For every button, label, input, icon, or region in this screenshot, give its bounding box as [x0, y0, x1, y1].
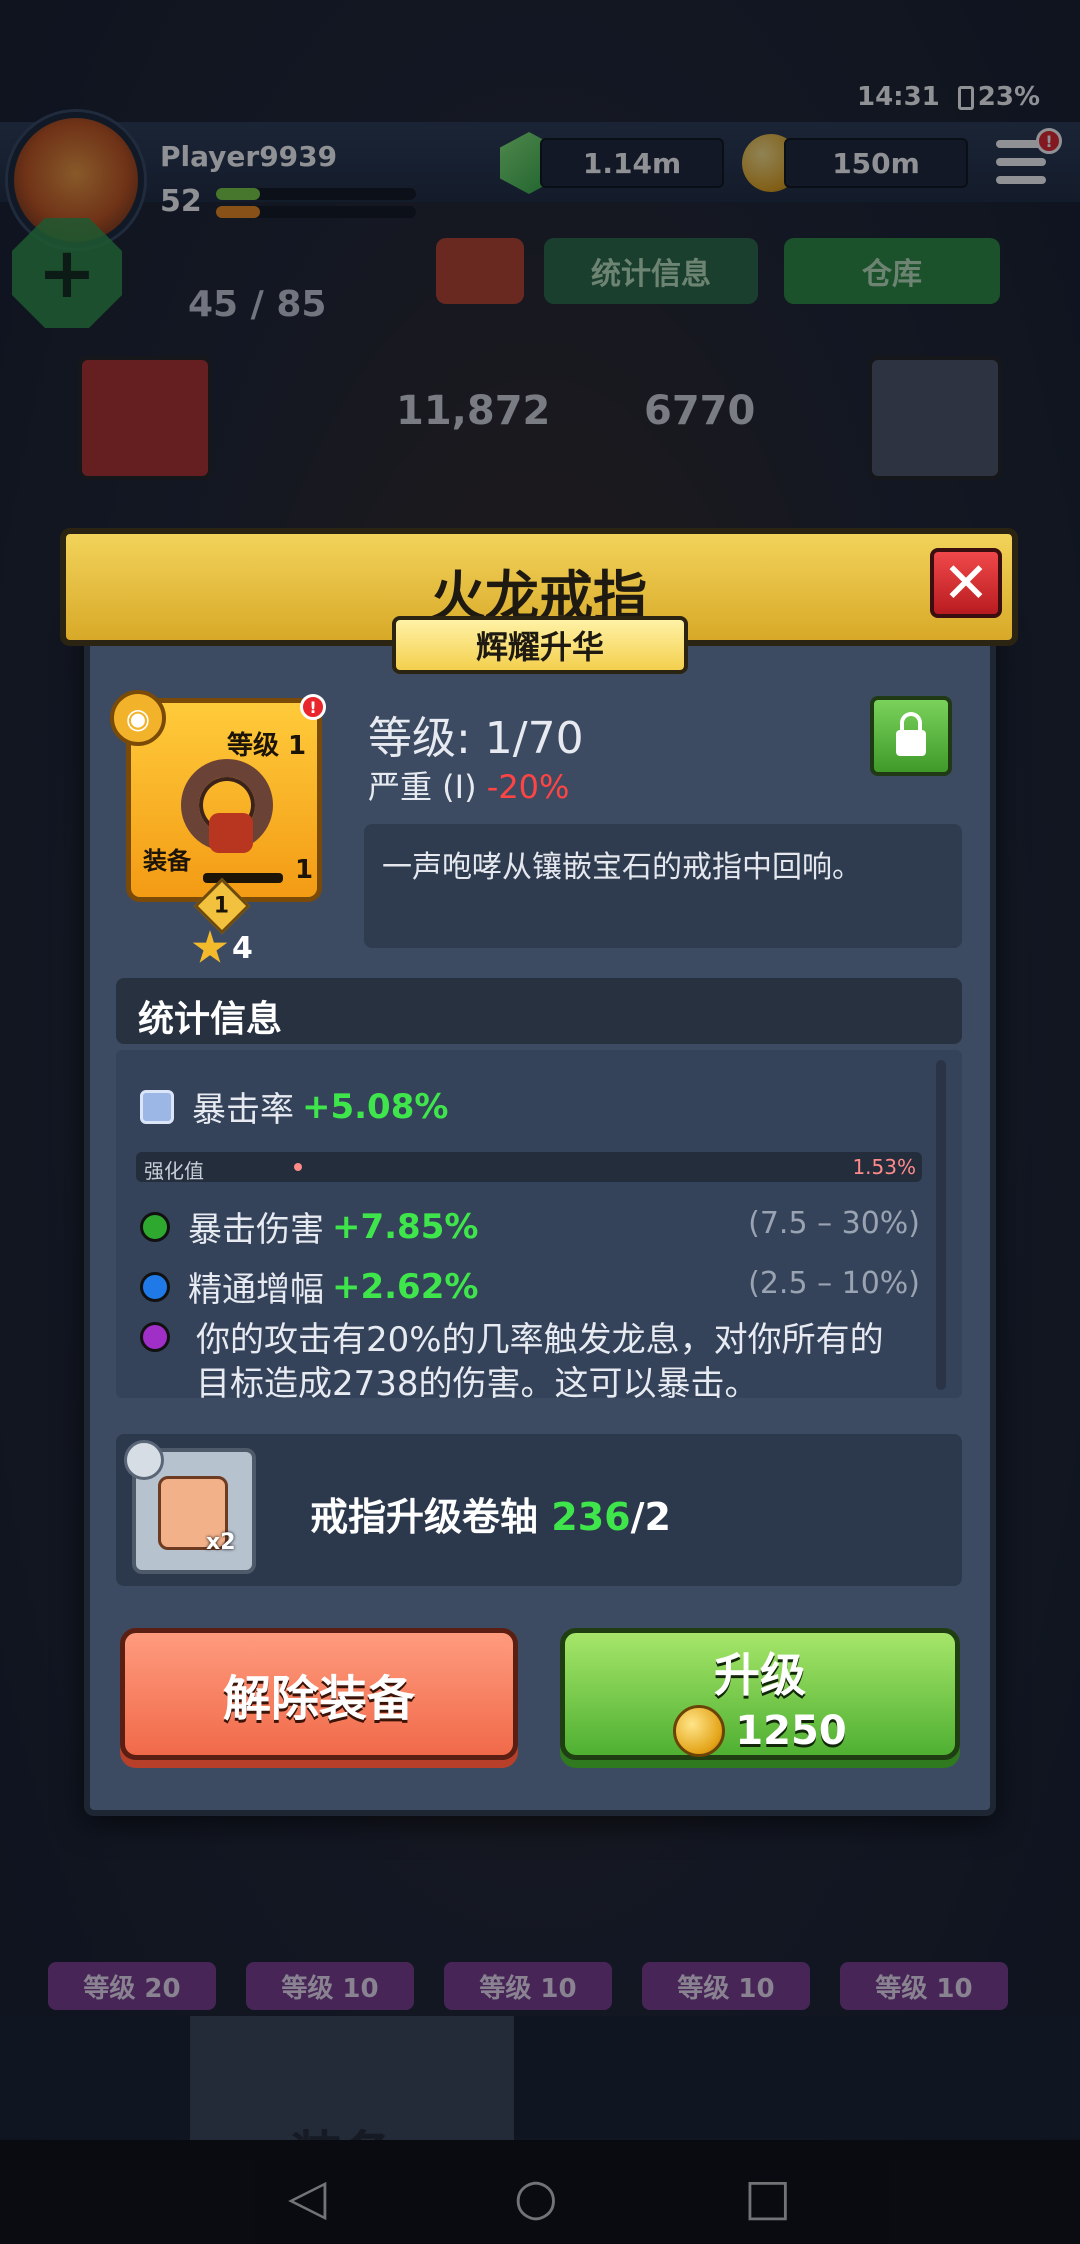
ring-type-icon	[124, 1440, 164, 1480]
enhance-bar: 强化值 1.53%	[136, 1152, 922, 1183]
enhance-label: 强化值	[144, 1159, 204, 1183]
card-progress-bar	[203, 873, 283, 883]
card-alert-badge: !	[300, 694, 326, 720]
blue-dot-icon	[140, 1271, 170, 1302]
stat-row-mastery: 精通增幅 +2.62%	[140, 1262, 478, 1311]
stat-value: +2.62%	[332, 1266, 479, 1307]
stat-range: (7.5 – 30%)	[748, 1206, 920, 1241]
scroll-owned: 236	[551, 1495, 631, 1539]
close-button[interactable]: ✕	[930, 548, 1002, 618]
scroll-required: /2	[630, 1495, 671, 1539]
stat-row-crit-damage: 暴击伤害 +7.85%	[140, 1202, 478, 1251]
close-icon: ✕	[942, 550, 990, 616]
purple-dot-icon	[140, 1322, 170, 1352]
crit-rate-icon	[140, 1089, 174, 1124]
item-level: 等级: 1/70	[368, 713, 584, 764]
scroll-multiplier: x2	[206, 1530, 236, 1555]
star-rating: 4	[192, 930, 253, 966]
stat-row-effect	[140, 1322, 170, 1352]
green-dot-icon	[140, 1211, 170, 1242]
item-description: 一声咆哮从镶嵌宝石的戒指中回响。	[364, 824, 962, 948]
severity-line: 严重 (I) -20%	[368, 762, 569, 808]
stat-name: 精通增幅	[188, 1270, 324, 1310]
stat-row-crit-rate: 暴击率 +5.08%	[140, 1082, 448, 1131]
scroll-name-line: 戒指升级卷轴 236/2	[310, 1486, 671, 1541]
ring-gem-icon	[209, 813, 253, 853]
lock-icon	[896, 712, 926, 756]
card-level: 等级 1	[227, 731, 307, 761]
upgrade-cost-value: 1250	[735, 1708, 847, 1754]
special-effect-text: 你的攻击有20%的几率触发龙息，对你所有的目标造成2738的伤害。这可以暴击。	[196, 1320, 884, 1398]
severity-value: -20%	[486, 768, 570, 806]
stats-scrollbar[interactable]	[936, 1060, 946, 1390]
rarity-icon: ◉	[110, 690, 166, 746]
star-count: 4	[232, 930, 253, 966]
stat-value: +7.85%	[332, 1206, 479, 1247]
gold-coin-icon	[673, 1705, 726, 1757]
stat-name: 暴击率	[192, 1090, 294, 1130]
unequip-button[interactable]: 解除装备	[120, 1628, 518, 1760]
stat-name: 暴击伤害	[188, 1210, 324, 1250]
enhance-percent: 1.53%	[852, 1155, 916, 1179]
card-equipped-label: 装备	[143, 847, 191, 875]
stat-value: +5.08%	[302, 1086, 449, 1127]
upgrade-button[interactable]: 升级 1250	[560, 1628, 960, 1760]
upgrade-label: 升级	[714, 1648, 806, 1702]
upgrade-cost: 1250	[565, 1705, 955, 1757]
severity-label: 严重 (I)	[368, 768, 477, 806]
scroll-name: 戒指升级卷轴	[310, 1495, 539, 1539]
stats-header: 统计信息	[116, 978, 962, 1044]
enhance-marker	[294, 1163, 302, 1171]
star-icon	[192, 930, 228, 963]
modal-subtitle: 辉耀升华	[392, 616, 688, 674]
lock-button[interactable]	[870, 696, 952, 776]
stat-range: (2.5 – 10%)	[748, 1266, 920, 1301]
card-count: 1	[295, 855, 314, 885]
